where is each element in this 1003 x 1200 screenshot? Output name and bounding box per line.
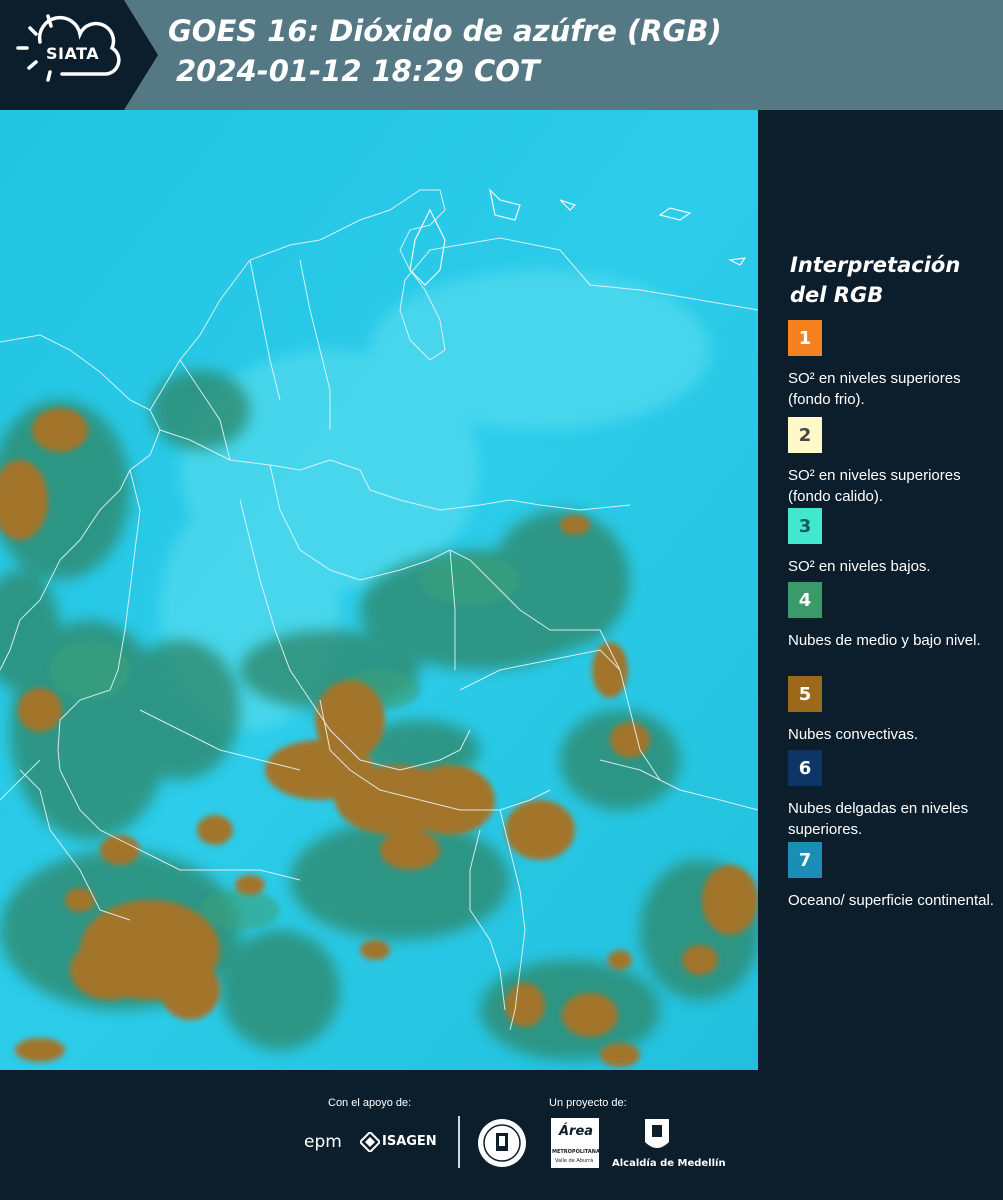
- legend-item-1: 1 SO² en niveles superiores (fondo frio)…: [788, 320, 998, 410]
- legend-item-3: 3 SO² en niveles bajos.: [788, 508, 998, 577]
- legend-description-7: Oceano/ superficie continental.: [788, 892, 994, 909]
- legend-item-2: 2 SO² en niveles superiores (fondo calid…: [788, 417, 998, 507]
- legend-title: Interpretación del RGB: [790, 253, 961, 307]
- legend-swatch-5: 5: [788, 676, 822, 712]
- legend-item-5: 5 Nubes convectivas.: [788, 676, 998, 745]
- footer: Con el apoyo de: Un proyecto de: epm ISA…: [0, 1070, 1003, 1200]
- satellite-map-image: [0, 110, 758, 1070]
- area-logo-title: Área: [559, 1124, 594, 1139]
- legend-item-6: 6 Nubes delgadas en niveles superiores.: [788, 750, 998, 840]
- legend-swatch-4: 4: [788, 582, 822, 618]
- legend-description-2: SO² en niveles superiores (fondo calido)…: [788, 467, 961, 505]
- siata-logo-text: SIATA: [46, 44, 100, 63]
- legend-description-5: Nubes convectivas.: [788, 726, 919, 743]
- footer-divider: [458, 1116, 460, 1168]
- siata-logo: SIATA: [0, 0, 158, 110]
- legend-item-7: 7 Oceano/ superficie continental.: [788, 842, 998, 911]
- epm-logo: epm: [304, 1132, 342, 1152]
- isagen-logo: ISAGEN: [382, 1134, 437, 1149]
- area-logo-sub: Valle de Aburrá: [555, 1158, 594, 1164]
- legend-description-1: SO² en niveles superiores (fondo frio).: [788, 370, 961, 408]
- page-title: GOES 16: Dióxido de azúfre (RGB): [168, 14, 722, 48]
- alcaldia-shield-icon: [645, 1119, 669, 1148]
- legend-swatch-1: 1: [788, 320, 822, 356]
- legend-description-6: Nubes delgadas en niveles superiores.: [788, 800, 969, 838]
- legend-swatch-2: 2: [788, 417, 822, 453]
- legend-item-4: 4 Nubes de medio y bajo nivel.: [788, 582, 998, 651]
- legend-swatch-7: 7: [788, 842, 822, 878]
- project-label: Un proyecto de:: [549, 1097, 627, 1109]
- isagen-icon: [360, 1132, 380, 1152]
- alcaldia-logo: Alcaldía de Medellín: [612, 1158, 726, 1169]
- header-bar: SIATA GOES 16: Dióxido de azúfre (RGB) 2…: [0, 0, 1003, 110]
- medellin-seal-icon: [478, 1119, 526, 1167]
- area-metropolitana-logo: Área METROPOLITANA Valle de Aburrá: [551, 1118, 600, 1168]
- legend-description-3: SO² en niveles bajos.: [788, 558, 931, 575]
- legend-swatch-6: 6: [788, 750, 822, 786]
- legend-description-4: Nubes de medio y bajo nivel.: [788, 632, 981, 649]
- legend-panel: Interpretación del RGB 1 SO² en niveles …: [760, 110, 1003, 1068]
- timestamp: 2024-01-12 18:29 COT: [176, 54, 540, 88]
- support-label: Con el apoyo de:: [328, 1097, 412, 1109]
- area-logo-name: METROPOLITANA: [552, 1149, 600, 1155]
- legend-swatch-3: 3: [788, 508, 822, 544]
